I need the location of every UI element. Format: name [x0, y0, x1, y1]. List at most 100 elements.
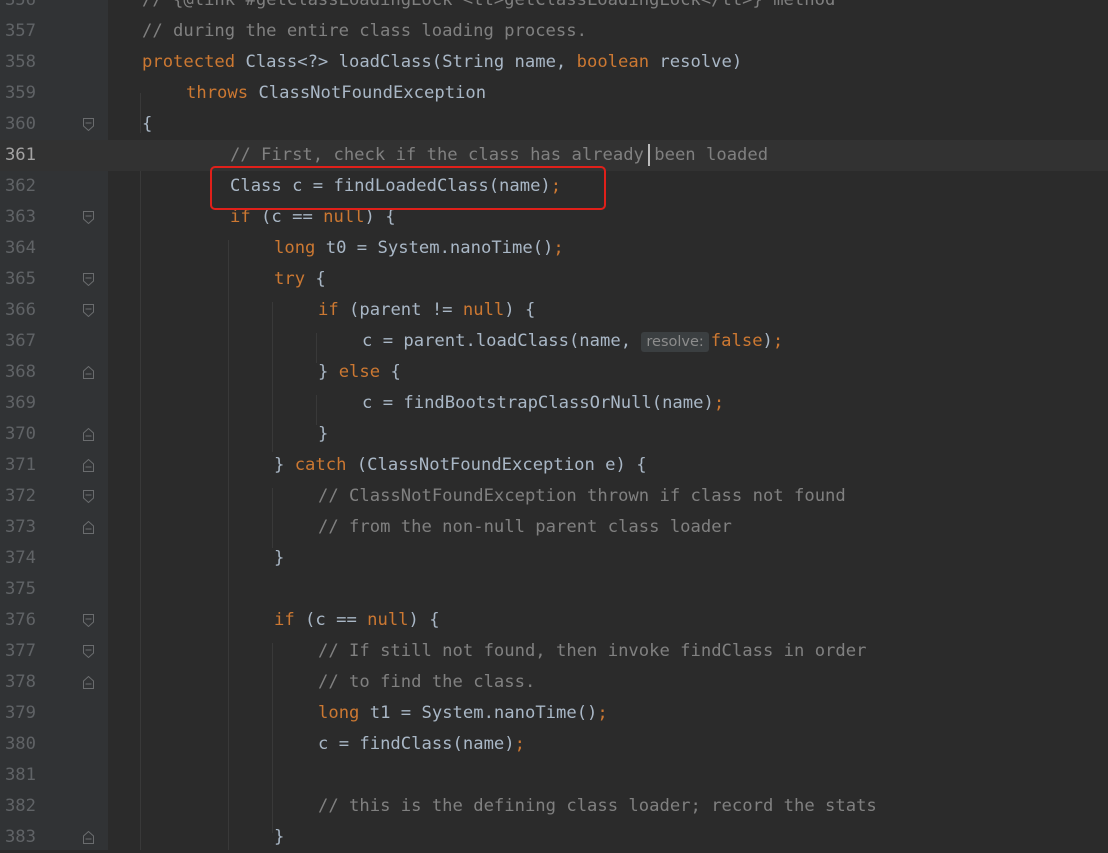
- code-text: if (c == null) {: [274, 605, 440, 636]
- code-text: }: [274, 548, 285, 568]
- line-number: 369: [4, 393, 36, 413]
- fold-open-icon[interactable]: [83, 490, 94, 503]
- code-fragment: (c ==: [250, 207, 324, 227]
- code-line[interactable]: 359 throws ClassNotFoundException: [0, 78, 1108, 109]
- line-number: 383: [4, 827, 36, 847]
- line-number: 371: [4, 455, 36, 475]
- code-line[interactable]: 376 if (c == null) {: [0, 605, 1108, 636]
- line-number: 378: [4, 672, 36, 692]
- code-line[interactable]: 367 c = parent.loadClass(name, resolve: f…: [0, 326, 1108, 357]
- fold-close-icon[interactable]: [83, 676, 94, 689]
- code-line[interactable]: 373 // from the non-null parent class lo…: [0, 512, 1108, 543]
- code-line[interactable]: 369 c = findBootstrapClassOrNull(name);: [0, 388, 1108, 419]
- code-line[interactable]: 381: [0, 760, 1108, 791]
- code-fragment: ): [762, 331, 773, 351]
- code-line[interactable]: 379 long t1 = System.nanoTime();: [0, 698, 1108, 729]
- fold-close-icon[interactable]: [83, 428, 94, 441]
- line-number: 381: [4, 765, 36, 785]
- code-line[interactable]: 380 c = findClass(name);: [0, 729, 1108, 760]
- code-fragment: {: [305, 269, 326, 289]
- code-line[interactable]: 365 try {: [0, 264, 1108, 295]
- fold-close-icon[interactable]: [83, 366, 94, 379]
- highlight-annotation-box: [210, 166, 606, 210]
- line-number: 374: [4, 548, 36, 568]
- code-text: } catch (ClassNotFoundException e) {: [274, 450, 647, 481]
- code-text: if (parent != null) {: [318, 295, 535, 326]
- code-line[interactable]: 372 // ClassNotFoundException thrown if …: [0, 481, 1108, 512]
- keyword: throws: [186, 83, 249, 103]
- line-number: 365: [4, 269, 36, 289]
- code-text: {: [142, 114, 153, 134]
- code-text: } else {: [318, 357, 401, 388]
- line-number: 376: [4, 610, 36, 630]
- parameter-hint: resolve:: [641, 332, 709, 352]
- code-fragment: {: [380, 362, 401, 382]
- code-editor[interactable]: 356 // {@link #getClassLoadingLock <tt>g…: [0, 0, 1108, 850]
- code-line[interactable]: 368 } else {: [0, 357, 1108, 388]
- fold-open-icon[interactable]: [83, 614, 94, 627]
- code-line[interactable]: 370 }: [0, 419, 1108, 450]
- keyword: null: [462, 300, 505, 320]
- fold-open-icon[interactable]: [83, 304, 94, 317]
- keyword: else: [338, 362, 381, 382]
- code-line[interactable]: 364 long t0 = System.nanoTime();: [0, 233, 1108, 264]
- code-text: c = findClass(name);: [318, 729, 525, 760]
- keyword: null: [323, 207, 365, 227]
- code-fragment: resolve): [649, 52, 743, 72]
- code-line[interactable]: 356 // {@link #getClassLoadingLock <tt>g…: [0, 0, 1108, 16]
- fold-close-icon[interactable]: [83, 459, 94, 472]
- code-line[interactable]: 358 protected Class<?> loadClass(String …: [0, 47, 1108, 78]
- code-comment: // ClassNotFoundException thrown if clas…: [318, 486, 846, 506]
- line-number: 364: [4, 238, 36, 258]
- code-fragment: c = findBootstrapClassOrNull(name): [362, 393, 714, 413]
- code-line[interactable]: 383 }: [0, 822, 1108, 853]
- code-fragment: ClassNotFoundException: [248, 83, 487, 103]
- code-line[interactable]: 360 {: [0, 109, 1108, 140]
- keyword: false: [710, 331, 763, 351]
- code-text: c = findBootstrapClassOrNull(name);: [362, 388, 724, 419]
- line-number: 382: [4, 796, 36, 816]
- code-comment: // this is the defining class loader; re…: [318, 796, 877, 816]
- fold-open-icon[interactable]: [83, 118, 94, 131]
- line-number: 359: [4, 83, 36, 103]
- code-text: }: [274, 827, 285, 847]
- keyword: long: [318, 703, 360, 723]
- fold-close-icon[interactable]: [83, 831, 94, 844]
- fold-open-icon[interactable]: [83, 211, 94, 224]
- code-fragment: c = parent.loadClass(name,: [362, 331, 642, 351]
- code-comment: // If still not found, then invoke findC…: [318, 641, 867, 661]
- code-line[interactable]: 374 }: [0, 543, 1108, 574]
- code-fragment: (parent !=: [338, 300, 463, 320]
- keyword: catch: [294, 455, 347, 475]
- semicolon: ;: [713, 393, 725, 413]
- code-line[interactable]: 371 } catch (ClassNotFoundException e) {: [0, 450, 1108, 481]
- code-fragment: t1 = System.nanoTime(): [359, 703, 598, 723]
- keyword: long: [274, 238, 316, 258]
- code-fragment: t0 = System.nanoTime(): [315, 238, 554, 258]
- fold-open-icon[interactable]: [83, 645, 94, 658]
- line-number: 358: [4, 52, 36, 72]
- code-line[interactable]: 378 // to find the class.: [0, 667, 1108, 698]
- fold-open-icon[interactable]: [83, 273, 94, 286]
- code-fragment: ) {: [504, 300, 536, 320]
- code-line[interactable]: 377 // If still not found, then invoke f…: [0, 636, 1108, 667]
- line-number: 366: [4, 300, 36, 320]
- code-comment: // to find the class.: [318, 672, 536, 692]
- line-number: 356: [4, 0, 36, 10]
- code-line[interactable]: 357 // during the entire class loading p…: [0, 16, 1108, 47]
- line-number: 362: [4, 176, 36, 196]
- code-line[interactable]: 375: [0, 574, 1108, 605]
- text-caret: [648, 144, 650, 166]
- code-fragment: Class<?> loadClass(String name,: [235, 52, 577, 72]
- code-fragment: }: [318, 362, 339, 382]
- line-number: 357: [4, 21, 36, 41]
- code-text: long t1 = System.nanoTime();: [318, 698, 608, 729]
- line-number: 363: [4, 207, 36, 227]
- line-number: 360: [4, 114, 36, 134]
- code-line[interactable]: 382 // this is the defining class loader…: [0, 791, 1108, 822]
- keyword: protected: [142, 52, 236, 72]
- line-number: 367: [4, 331, 36, 351]
- fold-close-icon[interactable]: [83, 521, 94, 534]
- code-line[interactable]: 366 if (parent != null) {: [0, 295, 1108, 326]
- keyword: if: [230, 207, 251, 227]
